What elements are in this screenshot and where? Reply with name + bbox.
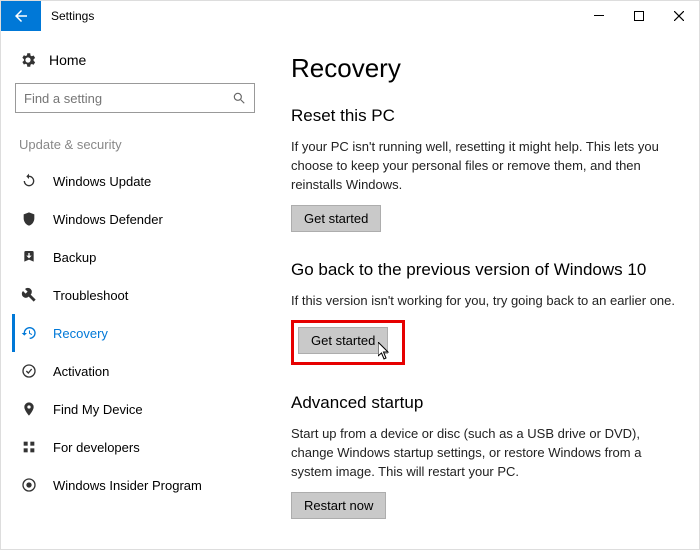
sidebar: Home Update & security Windows Update Wi…: [1, 31, 261, 549]
sidebar-item-label: Windows Update: [53, 174, 151, 189]
window-title: Settings: [41, 1, 94, 31]
sidebar-item-windows-update[interactable]: Windows Update: [15, 162, 261, 200]
highlight-box: Get started: [291, 320, 405, 365]
developer-icon: [21, 439, 39, 455]
get-started-reset-button[interactable]: Get started: [291, 205, 381, 232]
back-button[interactable]: [1, 1, 41, 31]
maximize-icon: [634, 11, 644, 21]
sidebar-item-label: Troubleshoot: [53, 288, 128, 303]
search-box[interactable]: [15, 83, 255, 113]
main-content: Recovery Reset this PC If your PC isn't …: [261, 31, 699, 549]
sidebar-category-header: Update & security: [15, 133, 261, 162]
shield-icon: [21, 211, 39, 227]
maximize-button[interactable]: [619, 1, 659, 31]
sidebar-item-find-my-device[interactable]: Find My Device: [15, 390, 261, 428]
minimize-icon: [594, 11, 604, 21]
section-heading: Advanced startup: [291, 393, 675, 413]
gear-icon: [19, 51, 37, 69]
sidebar-item-backup[interactable]: Backup: [15, 238, 261, 276]
location-icon: [21, 401, 39, 417]
section-body: If this version isn't working for you, t…: [291, 292, 675, 311]
check-circle-icon: [21, 363, 39, 379]
sidebar-item-windows-defender[interactable]: Windows Defender: [15, 200, 261, 238]
sidebar-item-label: For developers: [53, 440, 140, 455]
history-icon: [21, 325, 39, 341]
sidebar-item-recovery[interactable]: Recovery: [12, 314, 261, 352]
section-advanced-startup: Advanced startup Start up from a device …: [291, 393, 675, 519]
section-heading: Reset this PC: [291, 106, 675, 126]
sidebar-item-label: Find My Device: [53, 402, 143, 417]
section-reset-pc: Reset this PC If your PC isn't running w…: [291, 106, 675, 232]
search-icon: [232, 91, 246, 105]
arrow-left-icon: [12, 7, 30, 25]
sidebar-home-label: Home: [49, 52, 86, 68]
sidebar-item-insider[interactable]: Windows Insider Program: [15, 466, 261, 504]
backup-icon: [21, 249, 39, 265]
page-title: Recovery: [291, 53, 675, 84]
section-body: If your PC isn't running well, resetting…: [291, 138, 675, 195]
sidebar-item-label: Windows Insider Program: [53, 478, 202, 493]
sidebar-item-for-developers[interactable]: For developers: [15, 428, 261, 466]
sidebar-item-label: Activation: [53, 364, 109, 379]
restart-now-button[interactable]: Restart now: [291, 492, 386, 519]
section-go-back: Go back to the previous version of Windo…: [291, 260, 675, 366]
sidebar-item-troubleshoot[interactable]: Troubleshoot: [15, 276, 261, 314]
close-button[interactable]: [659, 1, 699, 31]
section-heading: Go back to the previous version of Windo…: [291, 260, 675, 280]
window-controls: [579, 1, 699, 31]
section-body: Start up from a device or disc (such as …: [291, 425, 675, 482]
sidebar-item-activation[interactable]: Activation: [15, 352, 261, 390]
minimize-button[interactable]: [579, 1, 619, 31]
get-started-goback-button[interactable]: Get started: [298, 327, 388, 354]
search-input[interactable]: [24, 91, 232, 106]
sidebar-item-label: Backup: [53, 250, 96, 265]
close-icon: [674, 11, 684, 21]
sync-icon: [21, 173, 39, 189]
sidebar-home[interactable]: Home: [15, 41, 261, 83]
titlebar: Settings: [1, 1, 699, 31]
wrench-icon: [21, 287, 39, 303]
insider-icon: [21, 477, 39, 493]
sidebar-item-label: Windows Defender: [53, 212, 163, 227]
sidebar-item-label: Recovery: [53, 326, 108, 341]
